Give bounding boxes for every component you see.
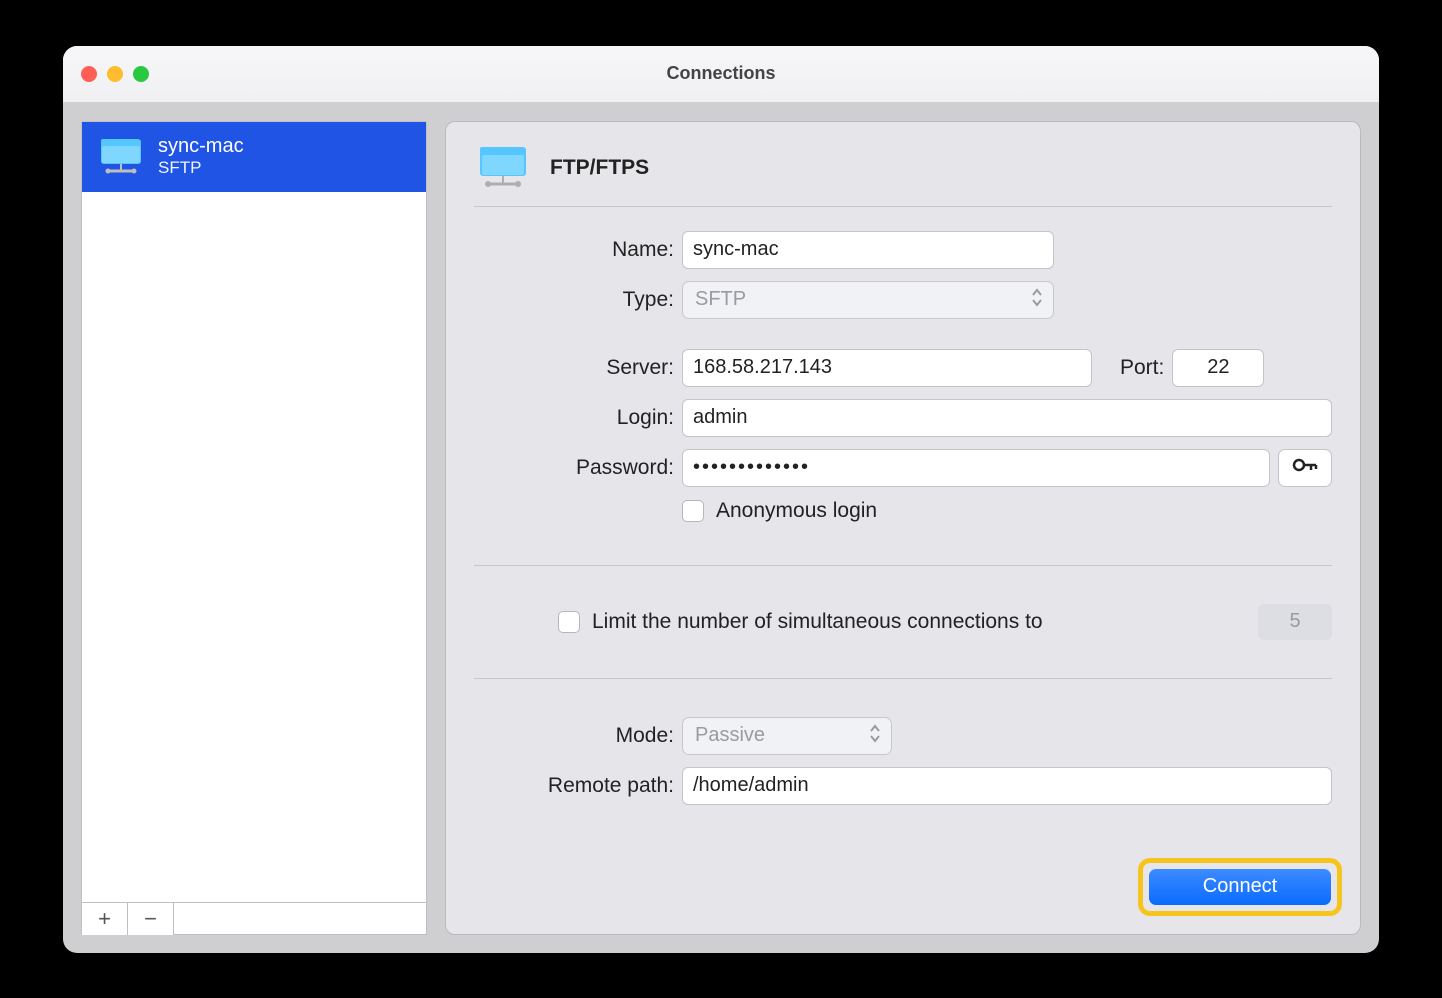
- server-label: Server:: [474, 356, 674, 380]
- titlebar: Connections: [63, 46, 1379, 103]
- close-window-button[interactable]: [81, 66, 97, 82]
- limit-connections-label: Limit the number of simultaneous connect…: [592, 610, 1043, 634]
- limit-connections-checkbox[interactable]: [558, 611, 580, 633]
- window-body: sync-mac SFTP + −: [63, 103, 1379, 953]
- connection-details-panel: FTP/FTPS Name: Type: SFTP: [445, 121, 1361, 935]
- connection-item-text: sync-mac SFTP: [158, 134, 244, 178]
- connections-sidebar: sync-mac SFTP + −: [81, 121, 427, 935]
- name-input[interactable]: [682, 231, 1054, 269]
- network-folder-icon: [96, 137, 146, 177]
- login-input[interactable]: [682, 399, 1332, 437]
- mode-select-value: Passive: [695, 724, 765, 747]
- connect-highlight: Connect: [1138, 858, 1342, 916]
- anonymous-login-label: Anonymous login: [716, 499, 877, 523]
- key-button[interactable]: [1278, 449, 1332, 487]
- password-label: Password:: [474, 456, 674, 480]
- limit-connections-value[interactable]: 5: [1258, 604, 1332, 640]
- window-title: Connections: [63, 63, 1379, 84]
- remote-path-input[interactable]: [682, 767, 1332, 805]
- remove-connection-button[interactable]: −: [128, 903, 174, 935]
- sidebar-footer: + −: [82, 902, 426, 934]
- chevron-updown-icon: [1031, 288, 1043, 307]
- remote-path-label: Remote path:: [474, 774, 674, 798]
- name-label: Name:: [474, 238, 674, 262]
- server-input[interactable]: [682, 349, 1092, 387]
- type-select[interactable]: SFTP: [682, 281, 1054, 319]
- window-controls: [81, 66, 149, 82]
- type-label: Type:: [474, 288, 674, 312]
- mode-label: Mode:: [474, 724, 674, 748]
- add-connection-button[interactable]: +: [82, 903, 128, 935]
- connect-button[interactable]: Connect: [1149, 869, 1331, 905]
- key-icon: [1292, 456, 1318, 479]
- network-folder-icon: [474, 144, 532, 192]
- connection-list-item[interactable]: sync-mac SFTP: [82, 122, 426, 192]
- connection-item-name: sync-mac: [158, 134, 244, 158]
- port-label: Port:: [1120, 356, 1164, 380]
- panel-header: FTP/FTPS: [474, 144, 1332, 206]
- connection-item-protocol: SFTP: [158, 158, 244, 178]
- connections-window: Connections: [63, 46, 1379, 953]
- port-input[interactable]: [1172, 349, 1264, 387]
- minimize-window-button[interactable]: [107, 66, 123, 82]
- type-select-value: SFTP: [695, 288, 746, 311]
- chevron-updown-icon: [869, 724, 881, 743]
- panel-title: FTP/FTPS: [550, 156, 649, 180]
- connection-form: Name: Type: SFTP Server:: [474, 207, 1332, 805]
- password-input[interactable]: [682, 449, 1270, 487]
- connections-list: sync-mac SFTP: [82, 122, 426, 902]
- divider: [474, 565, 1332, 566]
- divider: [474, 678, 1332, 679]
- anonymous-login-checkbox[interactable]: [682, 500, 704, 522]
- maximize-window-button[interactable]: [133, 66, 149, 82]
- mode-select[interactable]: Passive: [682, 717, 892, 755]
- login-label: Login:: [474, 406, 674, 430]
